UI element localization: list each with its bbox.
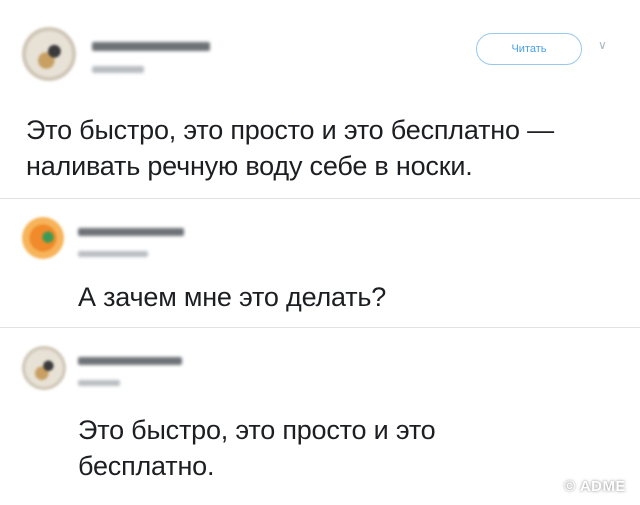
user-handle[interactable] [78, 380, 120, 386]
user-display-name[interactable] [78, 357, 182, 365]
user-display-name[interactable] [78, 228, 184, 236]
user-handle[interactable] [78, 251, 148, 257]
user-avatar[interactable] [22, 217, 64, 259]
tweet-1: Читать ∨ Это быстро, это просто и это бе… [0, 0, 640, 198]
watermark: © ADME [564, 478, 626, 495]
tweet-text: А зачем мне это делать? [78, 282, 387, 312]
follow-button[interactable]: Читать [476, 33, 582, 65]
tweet-text: Это быстро, это просто и это бесплатно —… [26, 115, 554, 181]
user-handle[interactable] [92, 66, 144, 73]
tweet-3: Это быстро, это просто и это бесплатно. [0, 328, 640, 505]
tweet-2: А зачем мне это делать? [0, 199, 640, 327]
tweet-text: Это быстро, это просто и это бесплатно. [78, 415, 436, 481]
user-display-name[interactable] [92, 42, 210, 51]
user-avatar[interactable] [22, 27, 76, 81]
chevron-down-icon[interactable]: ∨ [598, 39, 608, 51]
user-avatar[interactable] [22, 346, 66, 390]
